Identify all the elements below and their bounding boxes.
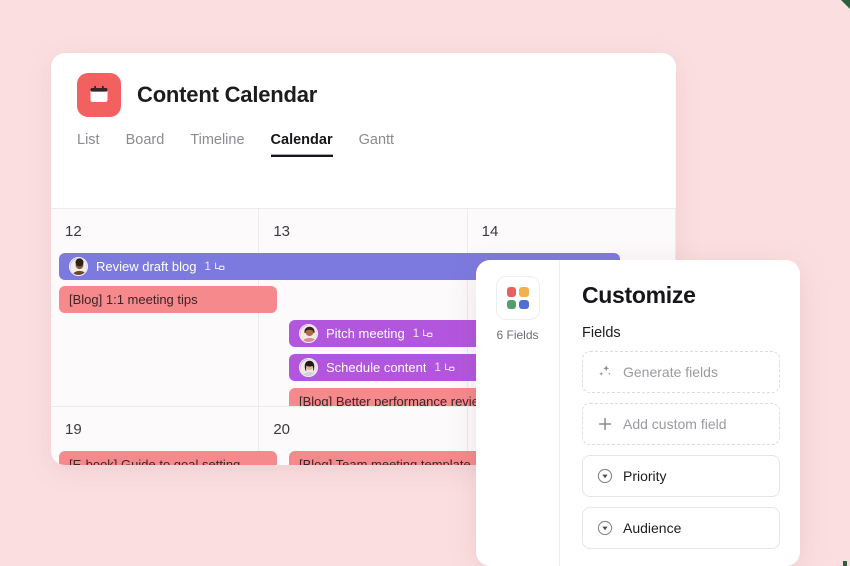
tab-list[interactable]: List (77, 132, 100, 157)
field-label-audience: Audience (623, 520, 682, 536)
subtask-icon (423, 329, 433, 337)
event-subtask-count: 1 (434, 361, 441, 374)
dropdown-field-icon (597, 520, 613, 536)
add-custom-field-button[interactable]: Add custom field (582, 403, 780, 445)
avatar (299, 324, 318, 343)
event-subtask-count: 1 (204, 260, 211, 273)
generate-fields-button[interactable]: Generate fields (582, 351, 780, 393)
event-pill[interactable]: [E-book] Guide to goal setting (59, 451, 277, 465)
customize-panel: 6 Fields Customize Fields Generate field… (476, 260, 800, 566)
fields-count-label: 6 Fields (496, 328, 539, 342)
swatch-blue (519, 299, 529, 309)
event-pill[interactable]: Pitch meeting 1 (289, 320, 507, 347)
swatch-red (506, 287, 516, 297)
swatch-orange (519, 287, 529, 297)
avatar (299, 358, 318, 377)
day-number: 12 (65, 223, 82, 240)
panel-title: Customize (582, 282, 696, 308)
calendar-icon (77, 73, 121, 117)
generate-fields-label: Generate fields (623, 364, 718, 380)
field-row-audience[interactable]: Audience (582, 507, 780, 549)
page-title: Content Calendar (137, 82, 318, 107)
tab-gantt[interactable]: Gantt (359, 132, 394, 157)
event-subtask-count: 1 (412, 327, 420, 340)
subtask-icon (214, 262, 225, 270)
tab-calendar[interactable]: Calendar (271, 132, 333, 157)
event-pill[interactable]: Schedule content 1 (289, 354, 507, 381)
title-row: Content Calendar (77, 73, 676, 117)
panel-body: Customize Fields Generate fields Add cus… (560, 260, 800, 566)
event-title: [Blog] 1:1 meeting tips (69, 292, 198, 307)
day-number: 20 (273, 421, 291, 438)
field-label-priority: Priority (623, 468, 667, 484)
event-title: [Blog] Team meeting template (299, 457, 471, 465)
day-number: 14 (481, 223, 499, 240)
avatar (69, 257, 88, 276)
fields-grid-icon[interactable] (495, 276, 540, 320)
panel-rail: 6 Fields (476, 260, 560, 566)
event-pill[interactable]: [Blog] 1:1 meeting tips (59, 286, 277, 313)
event-meta: 1 (413, 328, 433, 340)
event-pill[interactable]: [Blog] Team meeting template (289, 451, 507, 465)
swatch-green (506, 299, 516, 309)
event-title: Schedule content (326, 360, 427, 375)
plus-icon (598, 417, 612, 431)
field-row-priority[interactable]: Priority (582, 455, 780, 497)
event-title: Pitch meeting (326, 326, 405, 341)
dropdown-field-icon (597, 468, 613, 484)
event-title: [E-book] Guide to goal setting (69, 457, 241, 465)
event-title: Review draft blog (96, 259, 197, 274)
card-header: Content Calendar (51, 53, 676, 117)
tab-timeline[interactable]: Timeline (190, 132, 244, 157)
corner-artifact-top-right (841, 0, 850, 9)
event-meta: 1 (204, 260, 225, 273)
day-number: 19 (65, 421, 82, 438)
corner-artifact-bottom-right (843, 561, 847, 566)
sparkle-icon (599, 365, 611, 376)
tab-board[interactable]: Board (126, 132, 165, 157)
view-tabs: List Board Timeline Calendar Gantt (51, 117, 676, 157)
event-meta: 1 (434, 361, 455, 374)
subtask-icon (444, 363, 455, 371)
day-number: 13 (273, 223, 291, 240)
add-custom-field-label: Add custom field (623, 416, 727, 432)
fields-section-label: Fields (582, 325, 621, 341)
